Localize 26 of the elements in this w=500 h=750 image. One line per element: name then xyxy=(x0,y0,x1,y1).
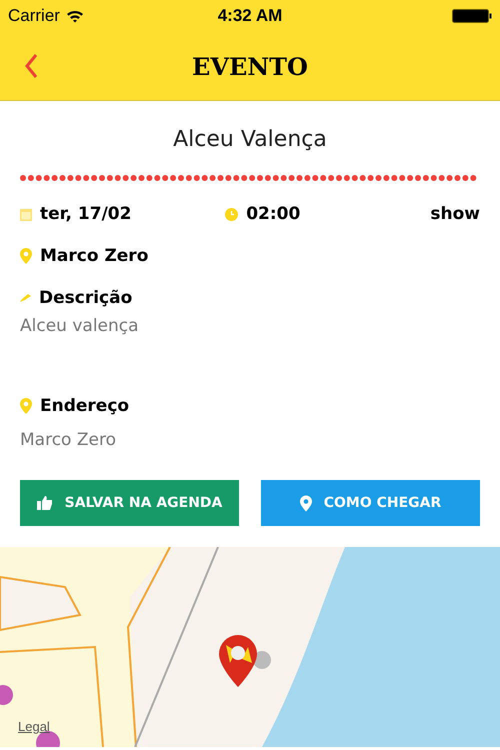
event-date: ter, 17/02 xyxy=(40,204,132,224)
battery-icon xyxy=(452,9,492,23)
calendar-icon xyxy=(20,208,32,220)
screen-title: EVENTO xyxy=(192,52,308,80)
save-to-calendar-button[interactable]: SALVAR NA AGENDA xyxy=(20,480,239,526)
event-time: 02:00 xyxy=(246,204,300,224)
event-category: show xyxy=(430,204,480,224)
wifi-icon xyxy=(66,9,84,23)
legal-link[interactable]: Legal xyxy=(18,719,50,734)
location-pin-icon xyxy=(20,398,32,414)
back-chevron-icon xyxy=(24,53,38,79)
address-label: Endereço xyxy=(40,396,130,416)
status-time: 4:32 AM xyxy=(218,6,282,26)
carrier-name: Carrier xyxy=(8,6,60,26)
directions-button[interactable]: COMO CHEGAR xyxy=(261,480,480,526)
clock-icon xyxy=(225,208,238,220)
address-text: Marco Zero xyxy=(20,430,117,450)
map-pin-icon xyxy=(218,635,258,687)
event-title: Alceu Valença xyxy=(172,127,328,152)
thumbs-up-icon xyxy=(36,495,53,511)
map-pin-icon xyxy=(300,494,312,512)
description-label: Descrição xyxy=(39,288,132,308)
event-place: Marco Zero xyxy=(40,246,148,266)
location-pin-icon xyxy=(20,248,32,264)
pencil-icon xyxy=(20,294,31,302)
description-text: Alceu valença xyxy=(20,316,140,336)
